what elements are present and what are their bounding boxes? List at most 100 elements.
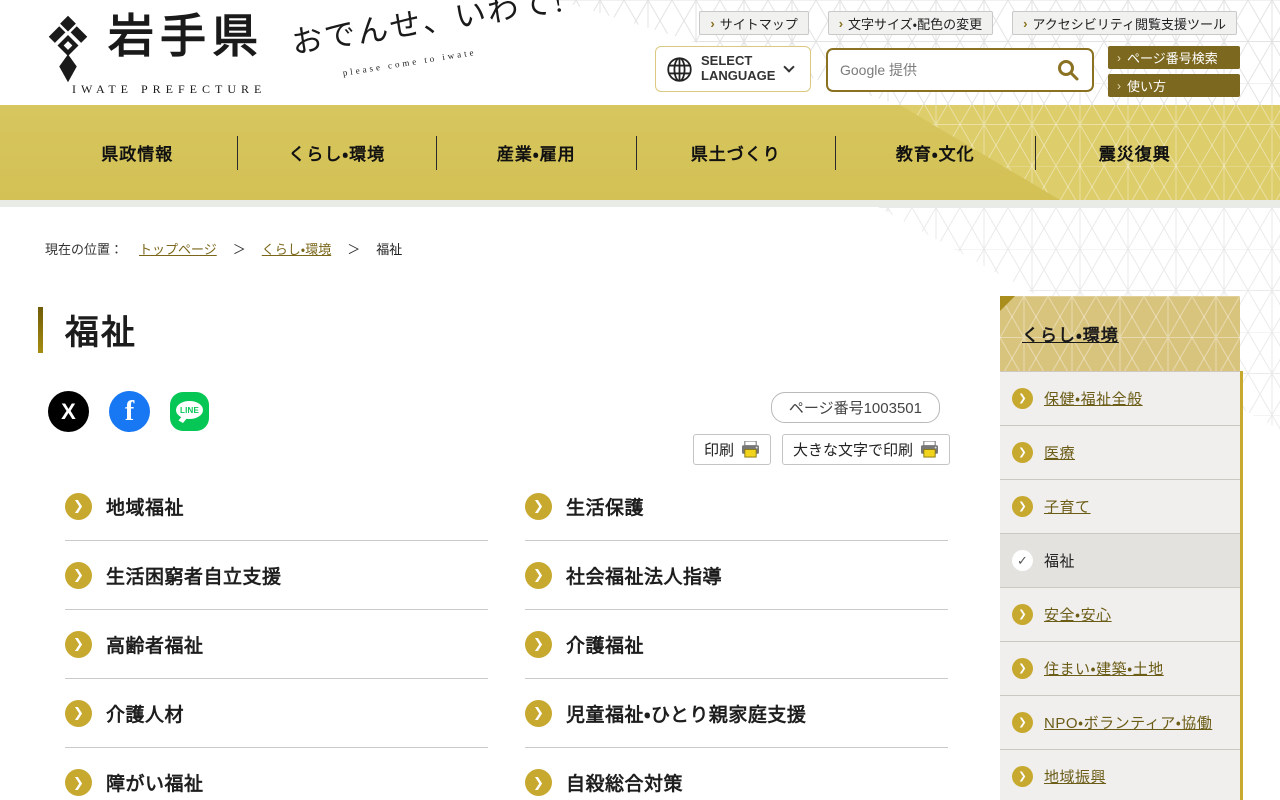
- sidebar-item-safety[interactable]: ❯ 安全・安心: [1000, 588, 1240, 642]
- chevron-circle-icon: ❯: [65, 630, 92, 658]
- sidebar-item-npo-volunteer[interactable]: ❯ NPO・ボランティア・協働: [1000, 696, 1240, 750]
- sidebar-item-medical[interactable]: ❯ 医療: [1000, 426, 1240, 480]
- link-elderly-welfare[interactable]: ❯ 高齢者福祉: [65, 610, 488, 679]
- chevron-circle-icon: ❯: [525, 699, 552, 727]
- link-list-right: ❯ 生活保護 ❯ 社会福祉法人指導 ❯ 介護福祉 ❯ 児童福祉・ひとり親家庭支援…: [525, 472, 948, 800]
- link-label: 高齢者福祉: [106, 635, 204, 657]
- search-button[interactable]: [1056, 58, 1080, 82]
- link-label: 児童福祉・ひとり親家庭支援: [566, 704, 807, 726]
- nav-item-land-development[interactable]: 県土づくり: [637, 140, 836, 165]
- page-number-search-button[interactable]: › ページ番号検索: [1108, 46, 1240, 69]
- check-icon: ✓: [1012, 550, 1033, 571]
- sidebar-item-regional-development[interactable]: ❯ 地域振興: [1000, 750, 1240, 800]
- link-label: 生活保護: [566, 497, 645, 519]
- site-header: 岩手県 IWATE PREFECTURE おでんせ、いわて! please co…: [0, 0, 1280, 105]
- sidebar-item-health-welfare[interactable]: ❯ 保健・福祉全般: [1000, 372, 1240, 426]
- sidebar-item-label: NPO・ボランティア・協働: [1044, 715, 1213, 732]
- sidebar-item-housing-land[interactable]: ❯ 住まい・建築・土地: [1000, 642, 1240, 696]
- x-share-icon[interactable]: X: [48, 391, 89, 432]
- line-share-icon[interactable]: LINE: [170, 392, 209, 431]
- search-input[interactable]: [840, 62, 1056, 78]
- utility-links: › サイトマップ › 文字サイズ・配色の変更 › アクセシビリティ閲覧支援ツール: [699, 11, 1237, 35]
- sidebar-item-childcare[interactable]: ❯ 子育て: [1000, 480, 1240, 534]
- link-label: 介護福祉: [566, 635, 645, 657]
- link-label: 障がい福祉: [106, 774, 204, 795]
- link-label: 自殺総合対策: [566, 774, 684, 795]
- print-button[interactable]: 印刷: [692, 434, 771, 465]
- sidebar-item-label: 子育て: [1044, 499, 1091, 516]
- breadcrumb-separator: ＞: [347, 242, 361, 257]
- sidebar-item-label: 住まい・建築・土地: [1044, 661, 1164, 678]
- sidebar-title: くらし・環境: [1022, 326, 1119, 345]
- link-care-workers[interactable]: ❯ 介護人材: [65, 679, 488, 748]
- page-head: 福祉: [38, 305, 137, 354]
- chevron-down-icon: [783, 61, 796, 73]
- chevron-circle-icon: ❯: [1012, 442, 1033, 463]
- sitemap-link-label: サイトマップ: [719, 16, 798, 32]
- sidebar-header[interactable]: くらし・環境: [1000, 296, 1240, 371]
- chevron-right-icon: ›: [1117, 78, 1121, 93]
- sidebar-item-welfare-current: ✓ 福祉: [1000, 534, 1240, 588]
- chevron-circle-icon: ❯: [1012, 658, 1033, 679]
- iwate-crest-icon: [48, 15, 88, 83]
- link-label: 社会福祉法人指導: [566, 566, 723, 588]
- breadcrumb-category-link[interactable]: くらし・環境: [262, 239, 331, 258]
- social-share: X f LINE: [48, 391, 209, 432]
- link-label: 生活困窮者自立支援: [106, 566, 282, 588]
- language-select-label: SELECT LANGUAGE: [701, 53, 776, 83]
- link-label: 介護人材: [106, 704, 185, 726]
- link-social-welfare-corp[interactable]: ❯ 社会福祉法人指導: [525, 541, 948, 610]
- nav-under-strip: [0, 200, 1280, 207]
- chevron-circle-icon: ❯: [525, 769, 552, 796]
- accessibility-tool-link[interactable]: › アクセシビリティ閲覧支援ツール: [1012, 11, 1237, 35]
- link-disability-welfare[interactable]: ❯ 障がい福祉: [65, 748, 488, 800]
- accessibility-tool-link-label: アクセシビリティ閲覧支援ツール: [1032, 16, 1226, 32]
- quick-buttons: › ページ番号検索 › 使い方: [1108, 46, 1240, 97]
- text-size-color-link[interactable]: › 文字サイズ・配色の変更: [827, 11, 994, 35]
- page-number-badge: ページ番号1003501: [770, 392, 940, 423]
- page: 岩手県 IWATE PREFECTURE おでんせ、いわて! please co…: [0, 0, 1280, 800]
- chevron-circle-icon: ❯: [1012, 604, 1033, 625]
- breadcrumb-home-link[interactable]: トップページ: [139, 239, 217, 258]
- category-sidebar: くらし・環境 ❯ 保健・福祉全般 ❯ 医療 ❯ 子育て ✓ 福祉 ❯ 安全・安心: [1000, 296, 1240, 800]
- search-icon: [1058, 60, 1079, 81]
- link-child-welfare[interactable]: ❯ 児童福祉・ひとり親家庭支援: [525, 679, 948, 748]
- chevron-circle-icon: ❯: [1012, 496, 1033, 517]
- printer-icon: [921, 441, 938, 458]
- chevron-circle-icon: ❯: [1012, 388, 1033, 409]
- facebook-share-icon[interactable]: f: [109, 391, 150, 432]
- sidebar-list: ❯ 保健・福祉全般 ❯ 医療 ❯ 子育て ✓ 福祉 ❯ 安全・安心 ❯ 住まい・…: [1000, 371, 1240, 800]
- print-buttons: 印刷 大きな文字で印刷: [692, 434, 950, 465]
- chevron-circle-icon: ❯: [65, 769, 92, 796]
- site-logo[interactable]: 岩手県: [40, 8, 264, 84]
- title-accent-bar: [38, 306, 43, 353]
- chevron-circle-icon: ❯: [65, 699, 92, 727]
- chevron-right-icon: ›: [1023, 15, 1028, 31]
- chevron-right-icon: ›: [1117, 50, 1121, 65]
- link-list-left: ❯ 地域福祉 ❯ 生活困窮者自立支援 ❯ 高齢者福祉 ❯ 介護人材 ❯ 障がい福…: [65, 472, 488, 800]
- printer-icon: [741, 441, 759, 458]
- chevron-circle-icon: ❯: [525, 561, 552, 589]
- link-public-assistance[interactable]: ❯ 生活保護: [525, 472, 948, 541]
- nav-item-disaster-recovery[interactable]: 震災復興: [1036, 140, 1235, 165]
- site-search: [826, 48, 1094, 92]
- nav-item-industry-employment[interactable]: 産業・雇用: [437, 140, 636, 165]
- language-select[interactable]: SELECT LANGUAGE: [655, 46, 811, 92]
- nav-item-living-environment[interactable]: くらし・環境: [238, 140, 437, 165]
- nav-item-prefectural-info[interactable]: 県政情報: [38, 140, 237, 165]
- facebook-glyph: f: [124, 395, 135, 427]
- sidebar-gold-edge: [1240, 371, 1243, 800]
- sitemap-link[interactable]: › サイトマップ: [699, 11, 809, 35]
- link-community-welfare[interactable]: ❯ 地域福祉: [65, 472, 488, 541]
- print-large-button[interactable]: 大きな文字で印刷: [781, 434, 950, 465]
- nav-item-education-culture[interactable]: 教育・文化: [836, 140, 1035, 165]
- sidebar-item-label: 地域振興: [1044, 769, 1107, 786]
- chevron-right-icon: ›: [710, 15, 715, 31]
- chevron-circle-icon: ❯: [65, 492, 92, 520]
- link-nursing-care[interactable]: ❯ 介護福祉: [525, 610, 948, 679]
- breadcrumb: 現在の位置： トップページ ＞ くらし・環境 ＞ 福祉: [45, 239, 402, 258]
- breadcrumb-current: 福祉: [376, 242, 403, 257]
- link-suicide-prevention[interactable]: ❯ 自殺総合対策: [525, 748, 948, 800]
- link-needy-self-support[interactable]: ❯ 生活困窮者自立支援: [65, 541, 488, 610]
- how-to-use-button[interactable]: › 使い方: [1108, 74, 1240, 97]
